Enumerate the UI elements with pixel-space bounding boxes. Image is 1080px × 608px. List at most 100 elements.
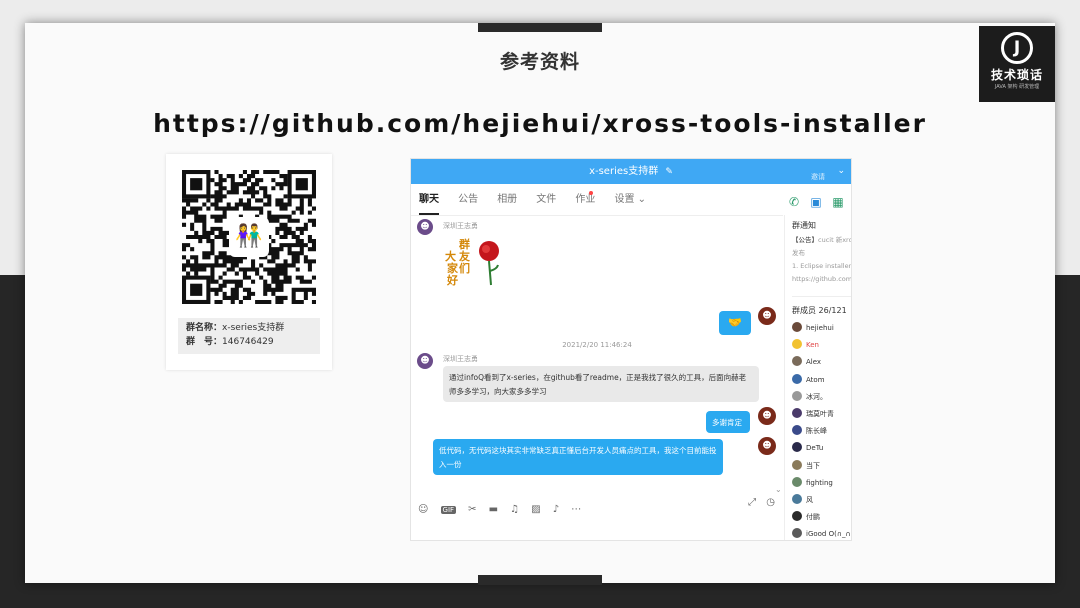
notice-line: cucit 新xross <box>818 236 851 244</box>
tab-announcement[interactable]: 公告 <box>458 185 478 215</box>
member-avatar <box>792 390 802 401</box>
group-avatar-icon: 👫 <box>229 217 269 257</box>
member-name: Atom <box>806 375 825 384</box>
tab-chat[interactable]: 聊天 <box>419 187 439 215</box>
tab-settings[interactable]: 设置 ⌄ <box>614 185 646 215</box>
scissors-icon[interactable]: ✂ <box>468 504 476 515</box>
chevron-down-icon[interactable]: ⌄ <box>837 159 845 184</box>
emoji-icon[interactable]: ☺ <box>418 504 428 515</box>
member-avatar <box>792 339 802 350</box>
notice-tag: 【公告】 <box>792 236 818 244</box>
greeting-sticker: 群 友 们 大 家 好 <box>443 239 501 295</box>
message-bubble[interactable]: 多谢肯定 <box>706 411 750 433</box>
member-avatar <box>792 373 802 384</box>
history-icon[interactable]: ◷ <box>766 497 775 508</box>
header-button[interactable]: 邀请 <box>811 165 825 190</box>
member-list: hejiehui Ken Alex Atom 冰河。瑞莫叶青陈长峰 DeTu 当下 fight… <box>792 320 851 540</box>
tab-homework-label: 作业 <box>575 194 596 205</box>
member-name: 冰河。 <box>806 392 827 401</box>
slide-bottom-tab <box>478 575 602 585</box>
member-item[interactable]: Ken <box>792 337 851 354</box>
member-avatar <box>792 407 802 418</box>
member-name: 瑞莫叶青 <box>806 409 834 418</box>
notice-line: 1. Eclipse installer <box>792 262 852 270</box>
sticker-char: 好 <box>447 274 458 287</box>
member-avatar <box>792 476 802 487</box>
message-timestamp: 2021/2/20 11:46:24 <box>562 341 632 349</box>
logo-mark: J <box>1001 32 1033 64</box>
tab-album[interactable]: 相册 <box>497 185 517 215</box>
member-item[interactable]: Alex <box>792 354 851 371</box>
phone-icon[interactable]: ✆ <box>787 195 801 209</box>
notice-line: https://github.com <box>792 275 852 283</box>
group-name-label: 群名称： <box>186 323 223 333</box>
scroll-down-icon[interactable]: ⌄ <box>775 485 782 494</box>
repo-url: https://github.com/hejiehui/xross-tools-… <box>153 109 927 138</box>
message-sender: 深圳王志勇 <box>443 222 478 230</box>
bell-icon[interactable]: ♪ <box>553 504 559 515</box>
slide-top-tab <box>478 23 602 32</box>
member-item[interactable]: DeTu <box>792 440 851 457</box>
more-icon[interactable]: ⋯ <box>571 504 581 515</box>
message-bubble[interactable]: 低代码，无代码这块其实非常缺乏真正懂后台开发人员痛点的工具，我这个目前能投入一份 <box>433 439 723 475</box>
member-name: 当下 <box>806 461 820 470</box>
notice-body[interactable]: 【公告】cucit 新xross 发布 1. Eclipse installer… <box>792 234 852 286</box>
message-bubble[interactable]: 🤝 <box>719 311 751 335</box>
image-icon[interactable]: ▨ <box>531 504 540 515</box>
group-info: 群名称：x-series支持群 群 号：146746429 <box>178 318 320 354</box>
notice-line: 发布 <box>792 249 805 257</box>
folder-icon[interactable]: ▬ <box>489 504 498 515</box>
chat-title: x-series支持群 <box>589 166 659 177</box>
member-name: Ken <box>806 341 819 350</box>
video-icon[interactable]: ▣ <box>809 195 823 209</box>
avatar[interactable]: ☻ <box>758 437 776 455</box>
member-item[interactable]: Atom <box>792 372 851 389</box>
member-avatar <box>792 322 802 332</box>
member-item[interactable]: fighting <box>792 475 851 492</box>
logo-subtitle: JAVA 架构 研发管理 <box>994 84 1040 90</box>
avatar[interactable]: ☻ <box>758 307 776 325</box>
chat-tabs: 聊天 公告 相册 文件 作业 设置 ⌄ <box>411 185 783 216</box>
members-title: 群成员 26/121 <box>792 296 851 316</box>
member-name: Alex <box>806 358 822 367</box>
member-name: iGood O(∩_∩ <box>806 530 851 539</box>
member-item[interactable]: iGood O(∩_∩ <box>792 526 851 540</box>
expand-icon[interactable]: ⤢ <box>748 497 756 508</box>
member-item[interactable]: 瑞莫叶青 <box>792 406 851 423</box>
gif-icon[interactable]: GIF <box>440 506 457 514</box>
member-avatar <box>792 442 802 453</box>
chat-window: x-series支持群 ✎ 邀请 ⌄ 聊天 公告 相册 文件 作业 设置 ⌄ ✆… <box>410 158 852 541</box>
avatar[interactable]: ☻ <box>417 353 433 369</box>
tab-homework[interactable]: 作业 <box>575 185 595 215</box>
member-item[interactable]: 当下 <box>792 458 851 475</box>
member-avatar <box>792 425 802 436</box>
logo-name: 技术琐话 <box>990 68 1043 82</box>
member-item[interactable]: 冰河。 <box>792 389 851 406</box>
brand-logo: J 技术琐话 JAVA 架构 研发管理 <box>979 26 1055 102</box>
member-name: 陈长峰 <box>806 427 827 436</box>
app-icon[interactable]: ▦ <box>831 195 845 209</box>
member-name: hejiehui <box>806 324 834 332</box>
member-item[interactable]: 付鹏 <box>792 509 851 526</box>
member-avatar <box>792 356 802 367</box>
qr-card: 👫 群名称：x-series支持群 群 号：146746429 <box>166 154 332 370</box>
member-item[interactable]: 陈长峰 <box>792 423 851 440</box>
pencil-icon[interactable]: ✎ <box>665 167 673 177</box>
tab-files[interactable]: 文件 <box>536 185 556 215</box>
member-name: 风 <box>806 495 813 504</box>
member-name: 付鹏 <box>806 513 820 522</box>
avatar[interactable]: ☻ <box>758 407 776 425</box>
member-name: DeTu <box>806 444 824 453</box>
member-item[interactable]: hejiehui <box>792 320 851 337</box>
member-avatar <box>792 493 802 504</box>
toolbar-right: ⤢ ◷ <box>741 497 775 508</box>
music-icon[interactable]: ♫ <box>510 504 519 515</box>
member-item[interactable]: 风 <box>792 492 851 509</box>
message-bubble[interactable]: 通过infoQ看到了x-series，在github看了readme，正是我找了… <box>443 366 759 402</box>
call-icons: ✆ ▣ ▦ <box>779 191 851 211</box>
input-toolbar: ☺ GIF ✂ ▬ ♫ ▨ ♪ ⋯ ⤢ ◷ <box>411 497 783 517</box>
group-sidebar: 群通知 【公告】cucit 新xross 发布 1. Eclipse insta… <box>784 215 852 540</box>
member-avatar <box>792 511 802 522</box>
avatar[interactable]: ☻ <box>417 219 433 235</box>
message-list: ☻ 深圳王志勇 群 友 们 大 家 好 🤝 ☻ 2021/2/20 11:46:… <box>411 215 783 500</box>
